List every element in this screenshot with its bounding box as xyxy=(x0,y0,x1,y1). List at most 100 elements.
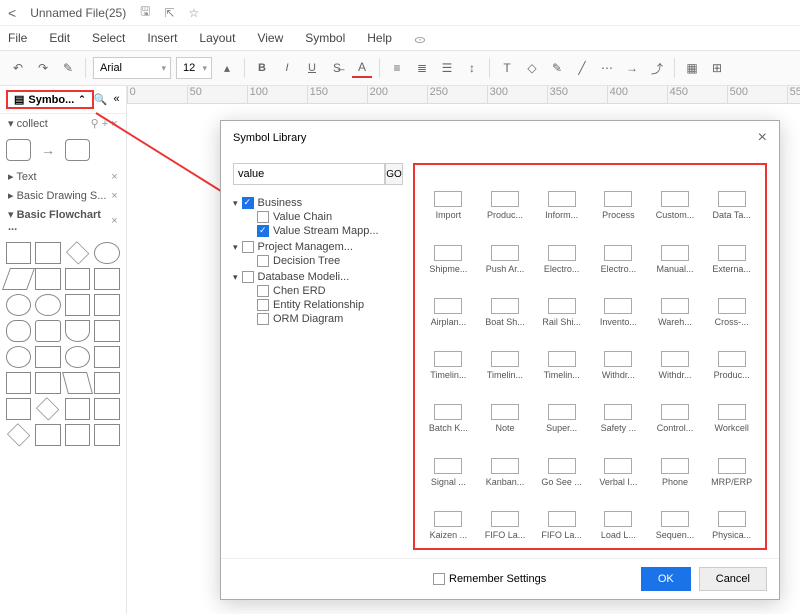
symbol-item[interactable]: MRP/ERP xyxy=(704,437,759,488)
group-icon[interactable]: ⊞ xyxy=(707,58,727,78)
sidebar-group-basic-flowchart[interactable]: ▾ Basic Flowchart ... × xyxy=(0,205,126,236)
symbol-item[interactable]: Electro... xyxy=(591,224,646,275)
tree-category[interactable]: ▾Project Managem... xyxy=(233,241,403,253)
symbol-item[interactable]: Signal ... xyxy=(421,437,476,488)
flowchart-shape[interactable] xyxy=(6,242,31,264)
flowchart-shape[interactable] xyxy=(35,424,60,446)
menu-insert[interactable]: Insert xyxy=(147,31,177,45)
flowchart-shape[interactable] xyxy=(66,241,89,264)
flowchart-shape[interactable] xyxy=(35,294,60,316)
symbol-item[interactable]: Shipme... xyxy=(421,224,476,275)
symbol-item[interactable]: Super... xyxy=(534,384,589,435)
symbol-item[interactable]: Batch K... xyxy=(421,384,476,435)
strike-icon[interactable]: S̶ xyxy=(327,58,347,78)
flowchart-shape[interactable] xyxy=(94,346,119,368)
symbol-item[interactable]: Physica... xyxy=(704,491,759,542)
menu-view[interactable]: View xyxy=(257,31,283,45)
collapse-icon[interactable]: « xyxy=(114,93,120,106)
underline-icon[interactable]: U xyxy=(302,58,322,78)
symbol-item[interactable]: Produc... xyxy=(478,171,533,222)
align-v-icon[interactable]: ≣ xyxy=(412,58,432,78)
flowchart-shape[interactable] xyxy=(94,242,119,264)
flowchart-shape[interactable] xyxy=(6,398,31,420)
text-box-icon[interactable]: T xyxy=(497,58,517,78)
flowchart-shape[interactable] xyxy=(65,320,90,342)
connector-icon[interactable]: ⤴ xyxy=(647,58,667,78)
shape-rounded-rect[interactable] xyxy=(6,139,31,161)
pen-icon[interactable]: ✎ xyxy=(547,58,567,78)
fill-icon[interactable]: ◇ xyxy=(522,58,542,78)
tree-item[interactable]: Chen ERD xyxy=(257,285,403,297)
tree-item[interactable]: Value Chain xyxy=(257,211,403,223)
menu-help[interactable]: Help xyxy=(367,31,392,45)
format-painter-icon[interactable]: ✎ xyxy=(58,58,78,78)
fontsize-up-icon[interactable]: ▴ xyxy=(217,58,237,78)
flowchart-shape[interactable] xyxy=(36,397,59,420)
flowchart-shape[interactable] xyxy=(7,423,30,446)
flowchart-shape[interactable] xyxy=(94,320,119,342)
symbol-item[interactable]: Rail Shi... xyxy=(534,278,589,329)
symbol-item[interactable]: Verbal I... xyxy=(591,437,646,488)
symbol-item[interactable]: Push Ar... xyxy=(478,224,533,275)
export-icon[interactable]: ⇱ xyxy=(164,6,174,20)
symbol-item[interactable]: Timelin... xyxy=(421,331,476,382)
font-color-icon[interactable]: A xyxy=(352,58,372,78)
symbol-item[interactable]: FIFO La... xyxy=(478,491,533,542)
symbol-item[interactable]: Load L... xyxy=(591,491,646,542)
symbol-item[interactable]: Data Ta... xyxy=(704,171,759,222)
line-style-icon[interactable]: ⋯ xyxy=(597,58,617,78)
tree-category[interactable]: ▾Database Modeli... xyxy=(233,271,403,283)
flowchart-shape[interactable] xyxy=(2,268,35,290)
bold-icon[interactable]: B xyxy=(252,58,272,78)
symbol-library-button[interactable]: ▤ Symbo... ⌃ xyxy=(6,90,94,109)
tree-item[interactable]: Value Stream Mapp... xyxy=(257,225,403,237)
close-icon[interactable]: × xyxy=(758,129,767,147)
symbol-item[interactable]: Inform... xyxy=(534,171,589,222)
shape-arrow[interactable] xyxy=(35,139,60,161)
flowchart-shape[interactable] xyxy=(94,294,119,316)
symbol-item[interactable]: Sequen... xyxy=(648,491,703,542)
symbol-item[interactable]: Note xyxy=(478,384,533,435)
font-select[interactable]: Arial xyxy=(93,57,171,79)
symbol-item[interactable]: Cross-... xyxy=(704,278,759,329)
flowchart-shape[interactable] xyxy=(94,268,119,290)
symbol-item[interactable]: Timelin... xyxy=(478,331,533,382)
sidebar-group-collect[interactable]: ▾ collect ⚲ + × xyxy=(0,114,126,133)
menu-select[interactable]: Select xyxy=(92,31,125,45)
symbol-item[interactable]: Phone xyxy=(648,437,703,488)
italic-icon[interactable]: I xyxy=(277,58,297,78)
close-icon[interactable]: × xyxy=(111,190,117,202)
search-icon[interactable]: 🔍 xyxy=(94,93,108,106)
symbol-item[interactable]: Kanban... xyxy=(478,437,533,488)
close-icon[interactable]: × xyxy=(111,215,117,227)
glasses-icon[interactable]: ᯣ xyxy=(414,30,426,47)
flowchart-shape[interactable] xyxy=(35,320,60,342)
fontsize-select[interactable]: 12 xyxy=(176,57,212,79)
symbol-item[interactable]: Custom... xyxy=(648,171,703,222)
flowchart-shape[interactable] xyxy=(65,268,90,290)
symbol-item[interactable]: Manual... xyxy=(648,224,703,275)
line-spacing-icon[interactable]: ↕ xyxy=(462,58,482,78)
flowchart-shape[interactable] xyxy=(65,424,90,446)
flowchart-shape[interactable] xyxy=(65,398,90,420)
flowchart-shape[interactable] xyxy=(6,346,31,368)
symbol-item[interactable]: Boat Sh... xyxy=(478,278,533,329)
close-icon[interactable]: × xyxy=(111,171,117,183)
symbol-item[interactable]: Invento... xyxy=(591,278,646,329)
menu-edit[interactable]: Edit xyxy=(49,31,70,45)
remember-settings-checkbox[interactable]: Remember Settings xyxy=(433,573,546,585)
symbol-item[interactable]: Electro... xyxy=(534,224,589,275)
menu-symbol[interactable]: Symbol xyxy=(305,31,345,45)
symbol-item[interactable]: Kaizen ... xyxy=(421,491,476,542)
sidebar-group-text[interactable]: ▸ Text × xyxy=(0,167,126,186)
star-icon[interactable]: ☆ xyxy=(189,6,200,20)
sidebar-group-basic-drawing[interactable]: ▸ Basic Drawing S... × xyxy=(0,186,126,205)
menu-file[interactable]: File xyxy=(8,31,27,45)
symbol-item[interactable]: Workcell xyxy=(704,384,759,435)
symbol-item[interactable]: Wareh... xyxy=(648,278,703,329)
symbol-item[interactable]: Withdr... xyxy=(591,331,646,382)
arrange-icon[interactable]: ▦ xyxy=(682,58,702,78)
tree-category[interactable]: ▾Business xyxy=(233,197,403,209)
shape-rounded-rect-2[interactable] xyxy=(65,139,90,161)
symbol-item[interactable]: Control... xyxy=(648,384,703,435)
